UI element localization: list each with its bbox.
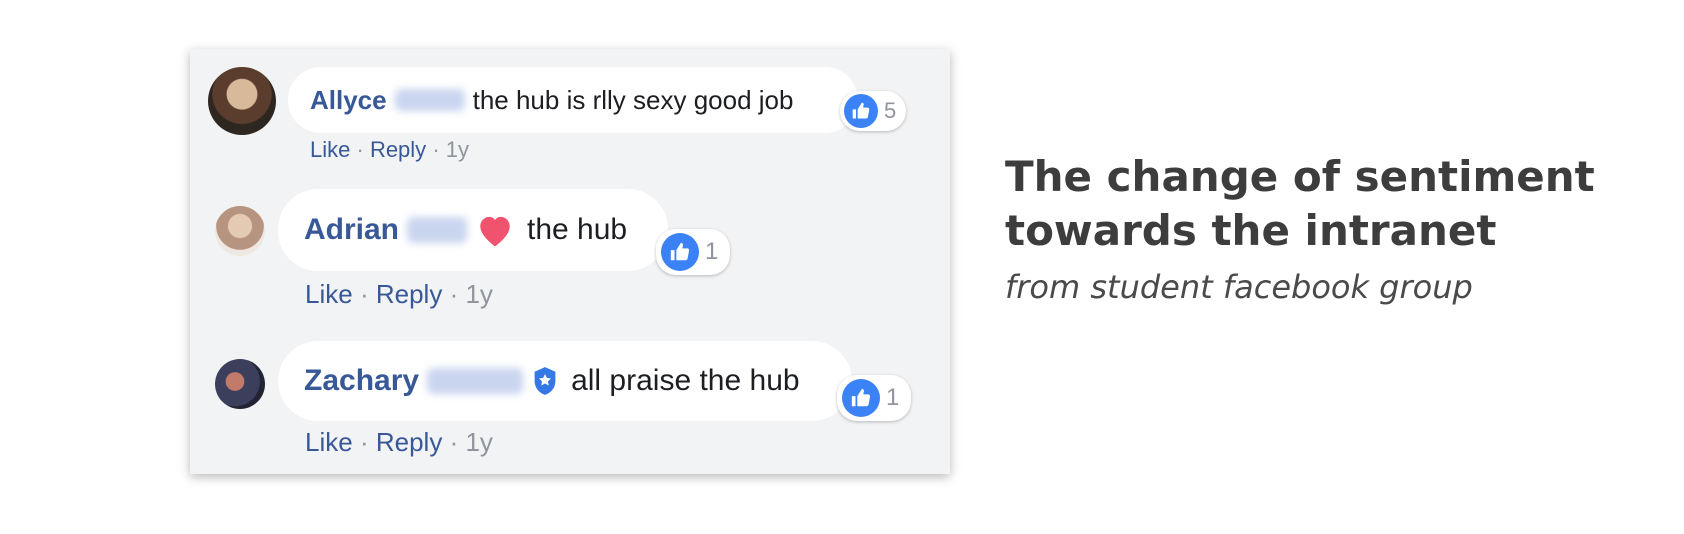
comment-text: the hub (527, 213, 628, 246)
reaction-number: 5 (884, 98, 897, 123)
comment-actions: Like · Reply · 1y (305, 279, 493, 310)
comment-2: Adrian the hub 1 Like · Reply · 1y (190, 189, 950, 329)
avatar[interactable] (215, 359, 265, 409)
comment-author[interactable]: Zachary (304, 364, 419, 398)
separator: · (449, 279, 459, 309)
like-link[interactable]: Like (305, 427, 353, 457)
blurred-surname (407, 217, 468, 243)
avatar[interactable] (215, 206, 265, 256)
reaction-count[interactable]: 1 (656, 229, 731, 275)
reaction-count[interactable]: 5 (840, 91, 907, 131)
separator: · (356, 137, 364, 162)
reply-link[interactable]: Reply (376, 279, 442, 309)
timestamp[interactable]: 1y (465, 427, 492, 457)
like-link[interactable]: Like (305, 279, 353, 309)
comment-author[interactable]: Allyce (310, 85, 387, 116)
thumbs-up-icon (844, 94, 878, 128)
timestamp[interactable]: 1y (446, 137, 469, 162)
timestamp[interactable]: 1y (465, 279, 492, 309)
separator: · (359, 279, 369, 309)
comment-text: the hub is rlly sexy good job (472, 84, 794, 115)
reaction-number: 1 (705, 238, 719, 265)
thumbs-up-icon (842, 379, 880, 417)
separator: · (359, 427, 369, 457)
blurred-surname (394, 89, 465, 111)
comment-1: Allyce the hub is rlly sexy good job 5 L… (190, 49, 950, 169)
heart-icon (475, 212, 515, 248)
reaction-count[interactable]: 1 (837, 375, 912, 421)
thumbs-up-icon (661, 233, 699, 271)
reply-link[interactable]: Reply (370, 137, 426, 162)
comment-author[interactable]: Adrian (304, 213, 399, 247)
comment-thread-card: Allyce the hub is rlly sexy good job 5 L… (190, 49, 950, 474)
comment-bubble: Allyce the hub is rlly sexy good job (288, 67, 858, 133)
comment-actions: Like · Reply · 1y (310, 137, 469, 163)
comment-bubble: Adrian the hub (278, 189, 668, 271)
comment-actions: Like · Reply · 1y (305, 427, 493, 458)
slide-title: The change of sentiment towards the intr… (1005, 152, 1595, 255)
blurred-surname (427, 368, 524, 394)
like-link[interactable]: Like (310, 137, 350, 162)
slide-subtitle: from student facebook group (1005, 268, 1473, 306)
reply-link[interactable]: Reply (376, 427, 442, 457)
comment-3: Zachary all praise the hub 1 Like · Repl… (190, 341, 950, 474)
reaction-number: 1 (886, 384, 900, 411)
separator: · (449, 427, 459, 457)
separator: · (432, 137, 440, 162)
badge-icon (531, 366, 559, 396)
comment-bubble: Zachary all praise the hub (278, 341, 852, 421)
avatar[interactable] (208, 67, 276, 135)
comment-text: all praise the hub (571, 364, 800, 397)
